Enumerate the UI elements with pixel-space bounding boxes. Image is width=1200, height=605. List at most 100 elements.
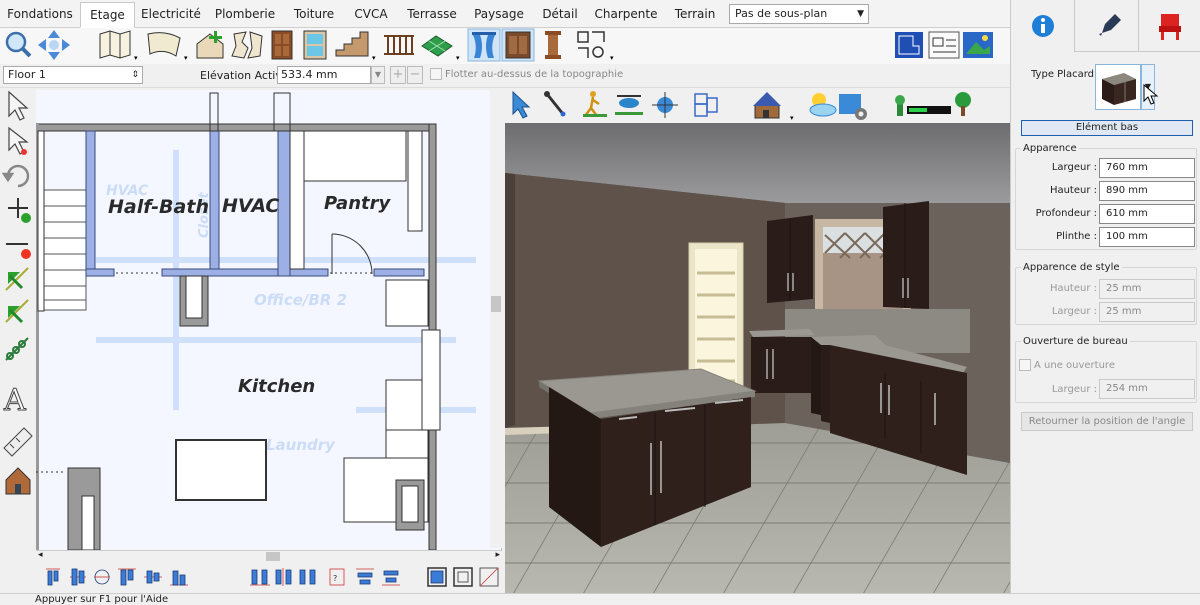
column-icon[interactable] bbox=[545, 31, 561, 59]
house-view-icon[interactable] bbox=[5, 467, 31, 495]
tab-pen[interactable] bbox=[1075, 0, 1139, 52]
width-input[interactable]: 760 mm bbox=[1099, 158, 1195, 178]
elevation-view-icon[interactable] bbox=[928, 31, 960, 59]
align-bottom-icon[interactable] bbox=[170, 570, 188, 586]
float-checkbox[interactable] bbox=[430, 68, 442, 80]
scroll-thumb[interactable] bbox=[491, 296, 501, 312]
space-v-icon[interactable] bbox=[275, 568, 292, 586]
break-line-icon[interactable] bbox=[5, 267, 29, 291]
floorplan-3d-icon[interactable] bbox=[694, 93, 718, 117]
flyover-icon[interactable] bbox=[615, 95, 643, 115]
text-tool-icon[interactable]: A bbox=[3, 383, 27, 419]
scroll-thumb[interactable] bbox=[266, 552, 280, 561]
space-h-icon[interactable] bbox=[250, 569, 270, 586]
3d-camera-view[interactable] bbox=[505, 123, 1010, 593]
space-center-icon[interactable] bbox=[299, 569, 316, 585]
select-arrow-icon[interactable] bbox=[8, 90, 29, 121]
open-map-icon[interactable] bbox=[99, 30, 131, 59]
tab-detail[interactable]: Détail bbox=[535, 2, 585, 28]
render-settings-icon[interactable] bbox=[839, 94, 867, 120]
rotate-icon[interactable] bbox=[1, 164, 30, 188]
back-counter[interactable] bbox=[749, 329, 815, 393]
window-icon[interactable] bbox=[303, 30, 327, 60]
floor-plan-view-icon[interactable] bbox=[895, 32, 923, 58]
dimension-chain-icon[interactable] bbox=[5, 337, 29, 361]
style-height-input[interactable]: 25 mm bbox=[1099, 279, 1195, 299]
align-middle-icon[interactable] bbox=[144, 570, 162, 584]
tab-etage[interactable]: Etage bbox=[80, 2, 135, 28]
style-width-input[interactable]: 25 mm bbox=[1099, 302, 1195, 322]
subplan-select[interactable]: Pas de sous-plan ▼ bbox=[729, 4, 869, 24]
stack-bottom-icon[interactable] bbox=[382, 570, 400, 586]
3d-render-canvas[interactable] bbox=[505, 123, 1010, 593]
select-3d-icon[interactable] bbox=[512, 90, 531, 119]
tab-paysage[interactable]: Paysage bbox=[467, 2, 531, 28]
tab-terrasse[interactable]: Terrasse bbox=[400, 2, 464, 28]
floor-plan-canvas[interactable]: HVAC Closet Office/BR 2 Laundry Half-Bat… bbox=[36, 90, 502, 550]
element-bas-button[interactable]: Elément bas bbox=[1021, 120, 1193, 136]
orbit-icon[interactable] bbox=[652, 92, 678, 118]
dimension-spacing-icon[interactable]: ? bbox=[329, 568, 345, 586]
tab-terrain[interactable]: Terrain bbox=[666, 2, 724, 28]
plant-grow-icon[interactable] bbox=[895, 95, 951, 116]
box-nested-icon[interactable] bbox=[453, 567, 473, 587]
cabinet-type-thumbnail[interactable] bbox=[1095, 64, 1141, 110]
floor-tile-icon[interactable] bbox=[421, 35, 453, 57]
select-multiple-icon[interactable] bbox=[8, 126, 29, 155]
cabinet-icon[interactable] bbox=[505, 31, 531, 59]
opening-checkbox[interactable] bbox=[1019, 359, 1031, 371]
plinth-input[interactable]: 100 mm bbox=[1099, 227, 1195, 247]
tab-charpente[interactable]: Charpente bbox=[590, 2, 662, 28]
stack-top-icon[interactable] bbox=[356, 568, 374, 585]
walkthrough-icon[interactable] bbox=[583, 91, 607, 117]
align-left-icon[interactable] bbox=[46, 568, 60, 586]
join-line-icon[interactable] bbox=[5, 299, 29, 324]
tab-fondations[interactable]: Fondations bbox=[0, 2, 80, 28]
elevation-dropdown-button[interactable]: ▼ bbox=[371, 66, 385, 84]
room-label-half-bath[interactable]: Half-Bath bbox=[108, 196, 209, 218]
decrease-button[interactable]: − bbox=[407, 66, 423, 84]
increase-button[interactable]: + bbox=[390, 66, 406, 84]
pantry-door-swing[interactable] bbox=[331, 233, 373, 275]
reset-corner-button[interactable]: Retourner la position de l'angle bbox=[1021, 412, 1193, 431]
box-outline-icon[interactable] bbox=[427, 567, 447, 587]
tab-electricite[interactable]: Electricité bbox=[137, 2, 205, 28]
tab-plomberie[interactable]: Plomberie bbox=[209, 2, 281, 28]
elevation-input[interactable]: 533.4 mm bbox=[277, 66, 371, 84]
broken-wall-icon[interactable] bbox=[231, 31, 263, 59]
distribute-icon[interactable] bbox=[94, 569, 110, 585]
room-label-kitchen[interactable]: Kitchen bbox=[238, 376, 315, 397]
plan-vertical-scrollbar[interactable] bbox=[490, 88, 502, 548]
scroll-right-icon[interactable]: ▸ bbox=[495, 550, 500, 560]
sun-weather-icon[interactable] bbox=[809, 93, 837, 117]
full-overview-icon[interactable] bbox=[753, 92, 781, 119]
align-center-icon[interactable] bbox=[70, 568, 86, 586]
stairs-icon[interactable] bbox=[335, 31, 369, 57]
floor-plan-view[interactable]: HVAC Closet Office/BR 2 Laundry Half-Bat… bbox=[36, 90, 502, 550]
door-icon[interactable] bbox=[271, 30, 293, 60]
align-top-icon[interactable] bbox=[118, 568, 136, 586]
tab-info[interactable] bbox=[1011, 0, 1075, 52]
scroll-left-icon[interactable]: ◂ bbox=[38, 550, 43, 560]
tab-furniture[interactable] bbox=[1139, 0, 1200, 52]
pan-icon[interactable] bbox=[38, 30, 70, 60]
room-label-pantry[interactable]: Pantry bbox=[324, 193, 391, 214]
flip-icon[interactable] bbox=[479, 567, 499, 587]
tree-icon[interactable] bbox=[955, 92, 971, 116]
room-label-hvac[interactable]: HVAC bbox=[222, 195, 279, 217]
curved-wall-icon[interactable] bbox=[147, 32, 181, 57]
railing-icon[interactable] bbox=[384, 35, 414, 55]
ruler-tool-icon[interactable] bbox=[3, 427, 33, 457]
opening-width-input[interactable]: 254 mm bbox=[1099, 379, 1195, 399]
tab-toiture[interactable]: Toiture bbox=[285, 2, 343, 28]
tab-cvca[interactable]: CVCA bbox=[347, 2, 395, 28]
floor-select[interactable]: Floor 1 ⇕ bbox=[3, 66, 143, 84]
plan-horizontal-scrollbar[interactable]: ◂ ▸ bbox=[36, 550, 502, 562]
shapes-icon[interactable] bbox=[577, 31, 605, 58]
add-room-icon[interactable] bbox=[196, 31, 224, 59]
eyedropper-icon[interactable] bbox=[544, 91, 566, 117]
height-input[interactable]: 890 mm bbox=[1099, 181, 1195, 201]
add-point-icon[interactable] bbox=[8, 198, 31, 223]
depth-input[interactable]: 610 mm bbox=[1099, 204, 1195, 224]
zoom-icon[interactable] bbox=[5, 31, 32, 58]
